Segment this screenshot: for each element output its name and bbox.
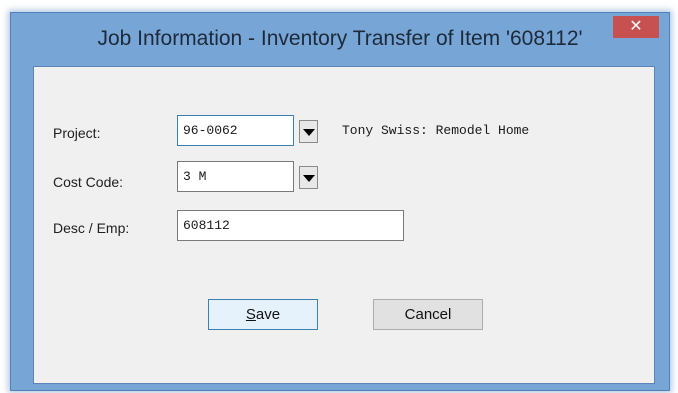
project-input[interactable]: 96-0062	[177, 115, 294, 146]
chevron-down-icon	[303, 175, 315, 182]
title-bar[interactable]: Job Information - Inventory Transfer of …	[11, 13, 669, 65]
close-icon: ✕	[629, 18, 643, 35]
desc-emp-input[interactable]: 608112	[177, 210, 404, 241]
cost-code-label: Cost Code:	[53, 174, 124, 190]
save-label: ave	[255, 306, 281, 323]
cancel-button[interactable]: Cancel	[373, 299, 483, 330]
cost-code-input[interactable]: 3 M	[177, 161, 294, 192]
window-title: Job Information - Inventory Transfer of …	[97, 27, 583, 50]
dialog-window: Job Information - Inventory Transfer of …	[10, 12, 670, 391]
chevron-down-icon	[303, 129, 315, 136]
save-button[interactable]: Save	[208, 299, 318, 330]
close-button[interactable]: ✕	[613, 16, 659, 38]
project-label: Project:	[53, 125, 101, 141]
cost-code-dropdown-button[interactable]	[299, 166, 318, 189]
desc-emp-label: Desc / Emp:	[53, 220, 130, 236]
save-mnemonic: S	[245, 306, 256, 323]
dialog-body: Project: 96-0062 Tony Swiss: Remodel Hom…	[33, 66, 655, 384]
project-dropdown-button[interactable]	[299, 120, 318, 143]
project-description: Tony Swiss: Remodel Home	[342, 123, 530, 138]
